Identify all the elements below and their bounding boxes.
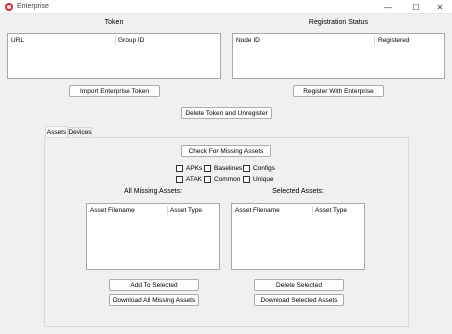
column-header-asset-filename[interactable]: Asset Filename bbox=[235, 207, 280, 214]
column-separator[interactable] bbox=[312, 206, 313, 215]
checkbox-box[interactable] bbox=[204, 165, 211, 172]
column-header-asset-type[interactable]: Asset Type bbox=[315, 207, 347, 214]
selected-assets-label: Selected Assets: bbox=[272, 188, 324, 195]
checkbox-box[interactable] bbox=[243, 176, 250, 183]
checkbox-box[interactable] bbox=[176, 176, 183, 183]
import-token-button[interactable]: Import Enterprise Token bbox=[69, 85, 160, 97]
column-separator[interactable] bbox=[374, 36, 375, 45]
column-header-node-id[interactable]: Node ID bbox=[236, 37, 260, 44]
tab-assets[interactable]: Assets bbox=[45, 126, 68, 137]
register-button[interactable]: Register With Enterprise bbox=[293, 85, 384, 97]
delete-selected-button[interactable]: Delete Selected bbox=[254, 279, 344, 291]
column-separator[interactable] bbox=[115, 36, 116, 45]
column-separator[interactable] bbox=[167, 206, 168, 215]
missing-assets-list[interactable]: Asset Filename Asset Type bbox=[86, 203, 220, 270]
download-selected-button[interactable]: Download Selected Assets bbox=[254, 294, 344, 306]
token-heading: Token bbox=[104, 19, 124, 26]
checkbox-box[interactable] bbox=[243, 165, 250, 172]
checkbox-label: Unique bbox=[253, 176, 274, 183]
close-button[interactable]: ✕ bbox=[426, 0, 452, 14]
window-title: Enterprise bbox=[17, 3, 49, 10]
checkbox-configs[interactable]: Configs bbox=[243, 165, 275, 172]
add-to-selected-button[interactable]: Add To Selected bbox=[109, 279, 199, 291]
app-logo-icon bbox=[5, 3, 13, 11]
column-header-asset-type[interactable]: Asset Type bbox=[170, 207, 202, 214]
column-header-asset-filename[interactable]: Asset Filename bbox=[90, 207, 135, 214]
column-header-url[interactable]: URL bbox=[11, 37, 24, 44]
checkbox-common[interactable]: Common bbox=[204, 176, 240, 183]
checkbox-baselines[interactable]: Baselines bbox=[204, 165, 242, 172]
download-all-missing-button[interactable]: Download All Missing Assets bbox=[109, 294, 199, 306]
selected-assets-list[interactable]: Asset Filename Asset Type bbox=[231, 203, 365, 270]
minimize-button[interactable]: — bbox=[374, 0, 402, 14]
tab-devices[interactable]: Devices bbox=[68, 127, 92, 137]
checkbox-label: Common bbox=[214, 176, 241, 183]
token-list[interactable]: URL Group ID bbox=[7, 33, 221, 79]
checkbox-atak[interactable]: ATAK bbox=[176, 176, 202, 183]
checkbox-box[interactable] bbox=[176, 165, 183, 172]
column-header-group-id[interactable]: Group ID bbox=[118, 37, 144, 44]
checkbox-label: Baselines bbox=[214, 165, 243, 172]
title-bar: Enterprise — ☐ ✕ bbox=[0, 0, 452, 14]
checkbox-label: Configs bbox=[253, 165, 276, 172]
check-missing-assets-button[interactable]: Check For Missing Assets bbox=[181, 145, 271, 157]
all-missing-assets-label: All Missing Assets: bbox=[124, 188, 182, 195]
registration-heading: Registration Status bbox=[308, 19, 369, 26]
registration-list[interactable]: Node ID Registered bbox=[232, 33, 445, 79]
checkbox-unique[interactable]: Unique bbox=[243, 176, 274, 183]
checkbox-apks[interactable]: APKs bbox=[176, 165, 202, 172]
checkbox-label: APKs bbox=[186, 165, 203, 172]
delete-token-button[interactable]: Delete Token and Unregister bbox=[181, 107, 272, 119]
checkbox-label: ATAK bbox=[186, 176, 203, 183]
column-header-registered[interactable]: Registered bbox=[378, 37, 409, 44]
checkbox-box[interactable] bbox=[204, 176, 211, 183]
